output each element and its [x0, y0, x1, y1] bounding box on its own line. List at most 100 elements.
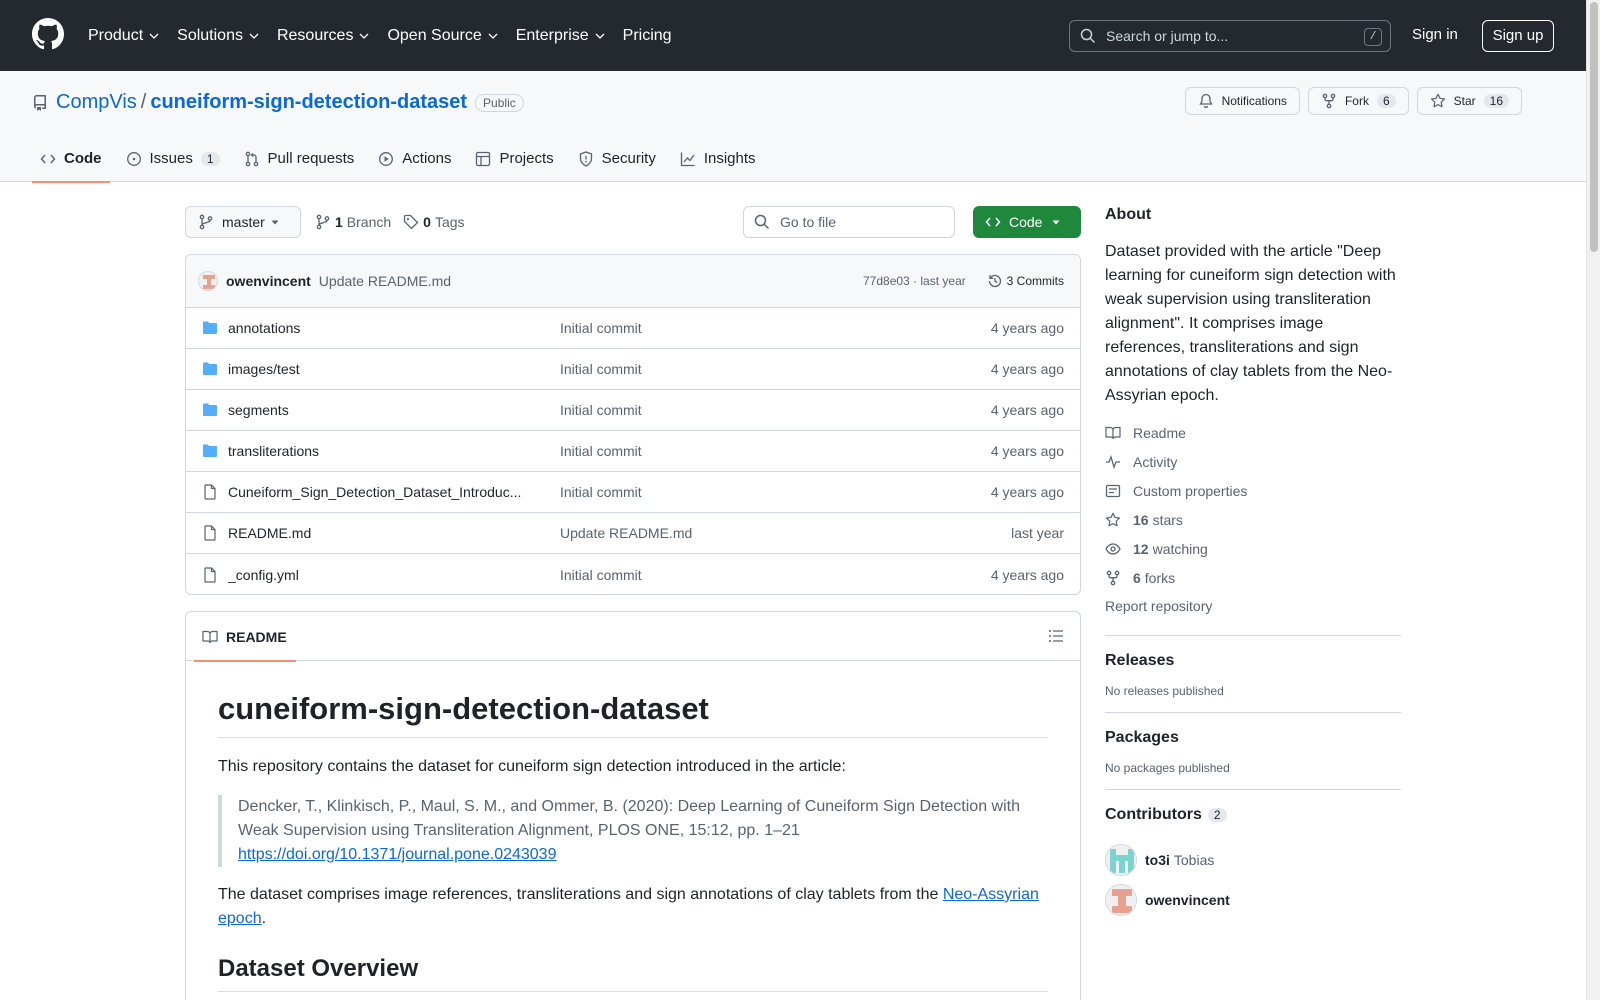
file-commit-message[interactable]: Initial commit — [560, 484, 642, 500]
file-name-link[interactable]: README.md — [228, 525, 528, 541]
contributors-heading[interactable]: Contributors 2 — [1105, 806, 1401, 824]
file-commit-message[interactable]: Initial commit — [560, 320, 642, 336]
file-name-link[interactable]: segments — [228, 402, 528, 418]
shield-icon — [579, 150, 592, 167]
commit-hash-time[interactable]: 77d8e03 · last year — [863, 274, 966, 288]
tab-readme[interactable]: README — [194, 612, 296, 662]
file-commit-message[interactable]: Initial commit — [560, 361, 642, 377]
chevron-down-icon — [595, 33, 605, 39]
fork-icon — [1322, 93, 1336, 109]
contributor-login: to3i — [1145, 852, 1170, 868]
tab-issues[interactable]: Issues 1 — [118, 135, 228, 182]
github-logo-icon[interactable] — [32, 18, 64, 50]
tags-link[interactable]: 0 Tags — [403, 214, 465, 230]
tab-pull-requests[interactable]: Pull requests — [236, 135, 363, 182]
nav-pricing[interactable]: Pricing — [623, 27, 672, 45]
avatar[interactable] — [198, 271, 218, 291]
forks-link[interactable]: 6 forks — [1105, 563, 1401, 592]
file-row[interactable]: segments Initial commit 4 years ago — [186, 390, 1080, 431]
scrollbar-thumb[interactable] — [1590, 2, 1598, 252]
report-repository-link[interactable]: Report repository — [1105, 592, 1401, 621]
go-to-file-input[interactable]: Go to file — [743, 206, 955, 238]
avatar[interactable] — [1105, 884, 1137, 916]
readme-link[interactable]: Readme — [1105, 418, 1401, 447]
folder-icon — [203, 321, 217, 334]
contributor-item[interactable]: to3i Tobias — [1105, 840, 1401, 880]
eye-icon — [1105, 542, 1121, 555]
repo-owner-link[interactable]: CompVis — [56, 91, 137, 114]
tab-insights[interactable]: Insights — [672, 135, 764, 182]
list-unordered-icon[interactable] — [1048, 628, 1064, 644]
tab-projects[interactable]: Projects — [467, 135, 561, 182]
packages-heading[interactable]: Packages — [1105, 729, 1401, 747]
file-commit-message[interactable]: Initial commit — [560, 402, 642, 418]
tab-code[interactable]: Code — [32, 135, 110, 183]
branches-link[interactable]: 1 Branch — [315, 214, 391, 230]
caret-down-icon — [1052, 220, 1060, 225]
file-name-link[interactable]: Cuneiform_Sign_Detection_Dataset_Introdu… — [228, 484, 528, 500]
star-button[interactable]: Star 16 — [1416, 87, 1522, 115]
file-commit-message[interactable]: Initial commit — [560, 567, 642, 583]
file-browser: owenvincent Update README.md 77d8e03 · l… — [185, 254, 1081, 595]
custom-properties-link[interactable]: Custom properties — [1105, 476, 1401, 505]
page-scrollbar[interactable] — [1586, 0, 1600, 1000]
file-commit-message[interactable]: Initial commit — [560, 443, 642, 459]
file-row[interactable]: images/test Initial commit 4 years ago — [186, 349, 1080, 390]
packages-section: Packages No packages published — [1105, 712, 1401, 775]
file-name-link[interactable]: _config.yml — [228, 567, 528, 583]
note-icon — [1105, 484, 1121, 497]
branch-bar: master 1 Branch 0 Tags Go to file Code — [185, 206, 1081, 238]
nav-product[interactable]: Product — [88, 27, 159, 45]
watching-link[interactable]: 12 watching — [1105, 534, 1401, 563]
nav-solutions[interactable]: Solutions — [177, 27, 259, 45]
sign-up-button[interactable]: Sign up — [1482, 20, 1554, 52]
tab-security[interactable]: Security — [570, 135, 664, 182]
readme-content: cuneiform-sign-detection-dataset This re… — [186, 661, 1080, 1000]
file-row[interactable]: README.md Update README.md last year — [186, 513, 1080, 554]
contributor-login: owenvincent — [1145, 892, 1230, 908]
fork-icon — [1106, 570, 1120, 585]
notifications-button[interactable]: Notifications — [1184, 87, 1300, 115]
stars-link[interactable]: 16 stars — [1105, 505, 1401, 534]
file-row[interactable]: Cuneiform_Sign_Detection_Dataset_Introdu… — [186, 472, 1080, 513]
global-search-input[interactable]: Search or jump to... / — [1069, 20, 1391, 52]
commit-author-link[interactable]: owenvincent — [226, 273, 311, 289]
search-icon — [754, 214, 770, 230]
table-icon — [476, 151, 491, 166]
sign-in-link[interactable]: Sign in — [1412, 26, 1458, 43]
readme-citation: Dencker, T., Klinkisch, P., Maul, S. M.,… — [218, 795, 1048, 867]
repo-header: CompVis / cuneiform-sign-detection-datas… — [0, 71, 1586, 183]
activity-link[interactable]: Activity — [1105, 447, 1401, 476]
file-name-link[interactable]: annotations — [228, 320, 528, 336]
avatar[interactable] — [1105, 844, 1137, 876]
file-commit-message[interactable]: Update README.md — [560, 525, 692, 541]
releases-heading[interactable]: Releases — [1105, 652, 1401, 670]
contributor-real-name: Tobias — [1173, 852, 1215, 868]
commits-history-link[interactable]: 3 Commits — [987, 273, 1064, 289]
file-icon — [204, 566, 216, 583]
nav-resources[interactable]: Resources — [277, 27, 369, 45]
repo-name-link[interactable]: cuneiform-sign-detection-dataset — [150, 91, 467, 114]
fork-button[interactable]: Fork 6 — [1307, 87, 1409, 115]
tag-icon — [404, 214, 419, 230]
file-name-link[interactable]: images/test — [228, 361, 528, 377]
code-dropdown-button[interactable]: Code — [973, 206, 1081, 238]
nav-open-source[interactable]: Open Source — [387, 27, 498, 45]
folder-icon — [203, 362, 217, 375]
commit-message-link[interactable]: Update README.md — [319, 273, 451, 289]
global-header: Product Solutions Resources Open Source … — [0, 0, 1586, 71]
tab-actions[interactable]: Actions — [370, 135, 459, 182]
packages-empty: No packages published — [1105, 761, 1230, 775]
file-row[interactable]: transliterations Initial commit 4 years … — [186, 431, 1080, 472]
chevron-down-icon — [249, 33, 259, 39]
file-row[interactable]: annotations Initial commit 4 years ago — [186, 308, 1080, 349]
contributor-item[interactable]: owenvincent — [1105, 880, 1401, 920]
issue-opened-icon — [126, 151, 141, 166]
file-name-link[interactable]: transliterations — [228, 443, 528, 459]
branch-select-button[interactable]: master — [185, 206, 301, 238]
releases-section: Releases No releases published — [1105, 635, 1401, 698]
file-row[interactable]: _config.yml Initial commit 4 years ago — [186, 554, 1080, 594]
nav-enterprise[interactable]: Enterprise — [516, 27, 605, 45]
doi-link[interactable]: https://doi.org/10.1371/journal.pone.024… — [238, 846, 556, 863]
search-shortcut-key: / — [1364, 28, 1382, 46]
